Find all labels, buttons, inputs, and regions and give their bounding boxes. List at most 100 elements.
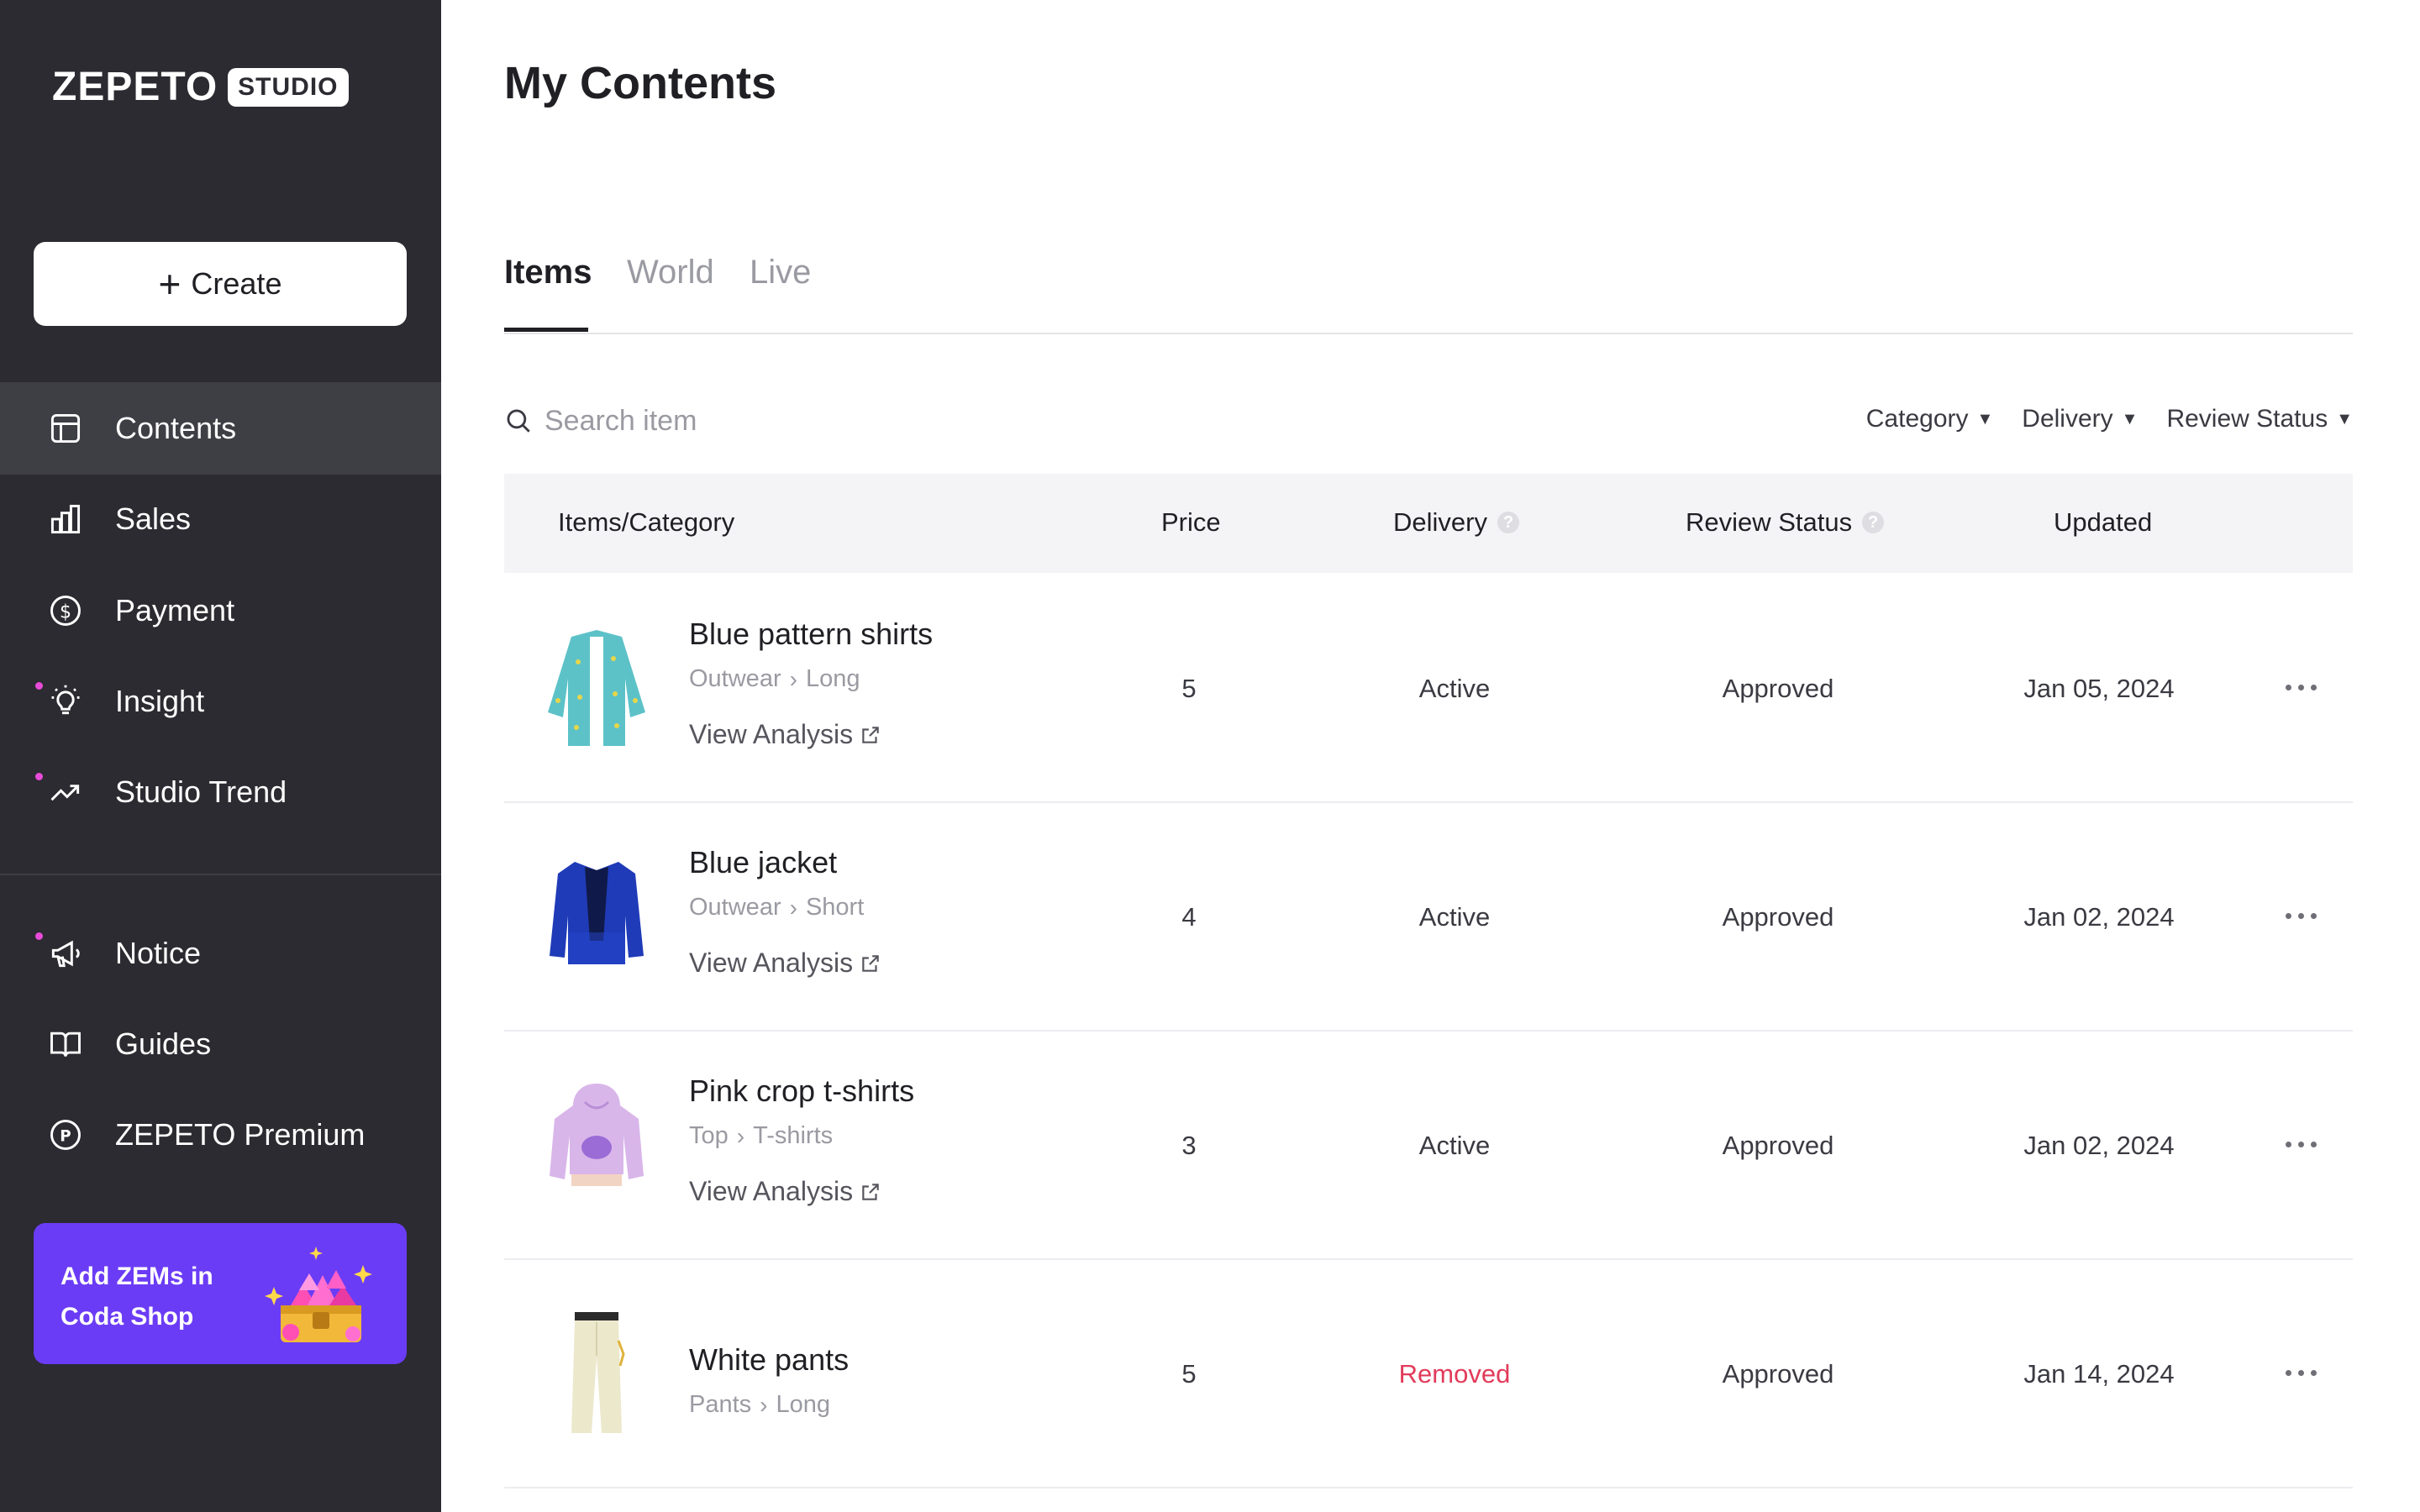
chevron-right-icon: › <box>789 894 797 921</box>
caret-down-icon: ▼ <box>2121 409 2139 428</box>
updated-date-cell: Jan 02, 2024 <box>2023 1131 2175 1160</box>
search-input[interactable] <box>543 403 983 438</box>
promo-line-1: Add ZEMs in <box>60 1263 213 1290</box>
category-level-1: Outwear <box>689 894 781 921</box>
sidebar-item-label: Insight <box>115 684 205 718</box>
view-analysis-label: View Analysis <box>689 1176 854 1206</box>
updated-date-cell: Jan 14, 2024 <box>2023 1359 2175 1389</box>
help-icon[interactable]: ? <box>1862 512 1885 533</box>
item-name[interactable]: White pants <box>689 1342 849 1378</box>
new-indicator-dot <box>35 773 43 780</box>
updated-date-cell: Jan 05, 2024 <box>2023 674 2175 703</box>
category-level-1: Outwear <box>689 665 781 692</box>
more-options-icon[interactable] <box>2275 1356 2326 1389</box>
megaphone-icon <box>51 940 80 968</box>
trend-icon <box>50 785 80 801</box>
table-row[interactable]: Blue pattern shirts Outwear › Long View An… <box>504 573 2353 803</box>
table-header: Items/Category Price Delivery ? Review S… <box>504 474 2353 573</box>
more-options-icon[interactable] <box>2275 670 2326 704</box>
sidebar-item-payment[interactable]: $ Payment <box>0 564 441 657</box>
search-icon <box>507 409 530 433</box>
premium-p-icon: P <box>50 1120 81 1150</box>
column-header-items: Items/Category <box>558 507 735 537</box>
sidebar-item-guides[interactable]: Guides <box>0 998 441 1090</box>
more-options-icon[interactable] <box>2275 899 2326 932</box>
sidebar-item-sales[interactable]: Sales <box>0 473 441 565</box>
category-level-2: Long <box>805 665 860 692</box>
filter-label: Delivery <box>2022 405 2113 433</box>
sidebar-item-label: ZEPETO Premium <box>115 1117 366 1152</box>
promo-line-2: Coda Shop <box>60 1303 194 1331</box>
category-level-2: Short <box>805 894 865 921</box>
sidebar-item-contents[interactable]: Contents <box>0 382 441 475</box>
tab-items[interactable]: Items <box>504 254 592 291</box>
tab-live[interactable]: Live <box>750 254 811 291</box>
item-name[interactable]: Blue jacket <box>689 845 837 880</box>
create-label: Create <box>191 266 282 301</box>
sidebar-item-label: Studio Trend <box>115 774 287 809</box>
filter-bar: Category ▼ Delivery ▼ Review Status ▼ <box>1866 405 2353 433</box>
item-category-path: Top › T-shirts <box>689 1122 833 1150</box>
item-thumbnail <box>571 1312 625 1433</box>
delivery-status-cell: Active <box>1418 902 1491 932</box>
delivery-filter-dropdown[interactable]: Delivery ▼ <box>2022 405 2138 433</box>
review-status-cell: Approved <box>1722 902 1834 932</box>
review-status-filter-dropdown[interactable]: Review Status ▼ <box>2166 405 2353 433</box>
column-header-updated: Updated <box>2054 507 2153 537</box>
plus-icon: + <box>158 262 182 306</box>
sidebar-item-notice[interactable]: Notice <box>0 907 441 1000</box>
active-tab-indicator <box>504 328 588 332</box>
review-status-cell: Approved <box>1722 1131 1834 1160</box>
delivery-status-cell: Removed <box>1398 1359 1511 1389</box>
help-icon[interactable]: ? <box>1497 512 1519 533</box>
lightbulb-icon <box>51 685 80 715</box>
table-row[interactable]: White pants Pants › Long 5 Removed Approve… <box>504 1258 2353 1488</box>
external-link-icon <box>862 726 879 743</box>
promo-text: Add ZEMs in Coda Shop <box>60 1257 262 1337</box>
sidebar-item-label: Notice <box>115 936 202 970</box>
item-thumbnail <box>550 1084 644 1186</box>
create-button[interactable]: + Create <box>34 242 407 326</box>
table-row[interactable]: Blue jacket Outwear › Short View Analysis … <box>504 801 2353 1032</box>
coda-shop-promo-banner[interactable]: Add ZEMs in Coda Shop <box>34 1223 407 1364</box>
search-bar <box>504 400 1008 442</box>
item-category-path: Outwear › Short <box>689 894 864 921</box>
sidebar-item-studio-trend[interactable]: Studio Trend <box>0 746 441 838</box>
new-indicator-dot <box>35 682 43 690</box>
category-level-1: Pants <box>689 1391 752 1418</box>
item-category-path: Outwear › Long <box>689 665 860 693</box>
price-cell: 4 <box>1181 902 1197 932</box>
chevron-right-icon: › <box>789 665 797 692</box>
item-thumbnail <box>550 862 644 964</box>
sidebar-item-label: Payment <box>115 593 235 627</box>
category-level-2: Long <box>776 1391 831 1418</box>
review-status-cell: Approved <box>1722 1359 1834 1389</box>
view-analysis-link[interactable]: View Analysis <box>689 1176 881 1207</box>
table-row[interactable]: Pink crop t-shirts Top › T-shirts View Ana… <box>504 1030 2353 1260</box>
updated-date-cell: Jan 02, 2024 <box>2023 902 2175 932</box>
bar-chart-icon <box>50 504 81 534</box>
item-name[interactable]: Blue pattern shirts <box>689 617 933 652</box>
sidebar-item-zepeto-premium[interactable]: P ZEPETO Premium <box>0 1089 441 1181</box>
sidebar-item-label: Contents <box>115 411 237 445</box>
review-status-cell: Approved <box>1722 674 1834 703</box>
svg-text:P: P <box>60 1127 71 1145</box>
external-link-icon <box>862 954 879 972</box>
sidebar-divider <box>0 874 441 875</box>
column-header-label: Review Status <box>1686 507 1853 537</box>
view-analysis-link[interactable]: View Analysis <box>689 948 881 979</box>
caret-down-icon: ▼ <box>1976 409 1994 428</box>
filter-label: Review Status <box>2166 405 2328 433</box>
more-options-icon[interactable] <box>2275 1127 2326 1161</box>
sidebar-item-insight[interactable]: Insight <box>0 655 441 748</box>
filter-label: Category <box>1865 405 1969 433</box>
sidebar-item-label: Guides <box>115 1026 212 1061</box>
item-name[interactable]: Pink crop t-shirts <box>689 1074 914 1109</box>
tab-world[interactable]: World <box>627 254 714 291</box>
zepeto-studio-logo[interactable]: ZEPETO STUDIO <box>52 64 349 110</box>
view-analysis-link[interactable]: View Analysis <box>689 719 881 750</box>
svg-text:$: $ <box>60 601 71 622</box>
category-filter-dropdown[interactable]: Category ▼ <box>1866 405 1994 433</box>
column-header-delivery: Delivery ? <box>1393 507 1519 538</box>
price-cell: 5 <box>1181 674 1197 703</box>
